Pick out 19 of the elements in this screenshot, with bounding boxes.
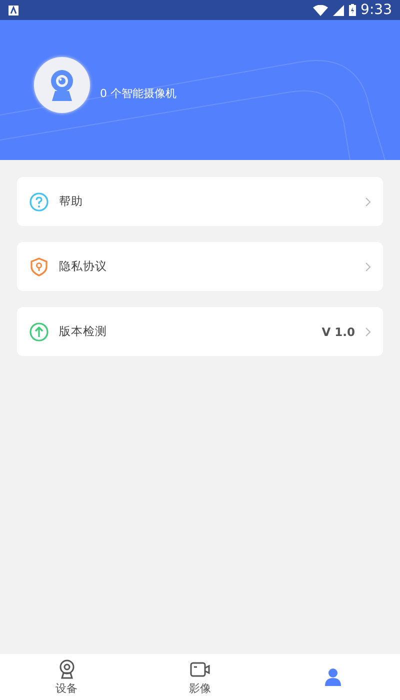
wifi-icon: [312, 4, 328, 16]
person-icon: [323, 667, 344, 687]
chevron-icon: [365, 262, 371, 272]
notification-icon: [8, 4, 19, 16]
signal-icon: [332, 4, 344, 16]
clock-time: 9:33: [360, 2, 392, 18]
nav-tab[interactable]: 设备: [0, 654, 134, 700]
camera-count: 0 个智能摄像机: [100, 86, 176, 101]
menu-label: 帮助: [59, 194, 84, 209]
menu-item[interactable]: 帮助: [17, 177, 383, 226]
nav-tab[interactable]: 影像: [133, 654, 267, 700]
chevron-icon: [365, 196, 371, 206]
battery-icon: [348, 4, 356, 16]
menu-item[interactable]: 版本检测 V 1.0: [17, 307, 383, 356]
menu-label: 版本检测: [59, 324, 108, 339]
version-number: V 1.0: [322, 324, 355, 338]
chevron-icon: [365, 326, 371, 336]
menu-label: 隐私协议: [59, 259, 108, 274]
menu-item[interactable]: 隐私协议: [17, 242, 383, 291]
